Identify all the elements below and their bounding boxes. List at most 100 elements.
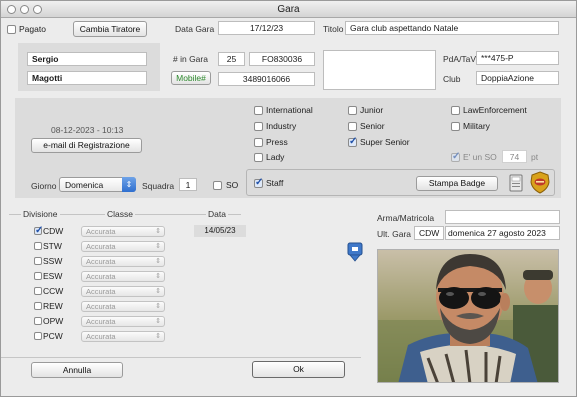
close-window-button[interactable] <box>7 5 16 14</box>
ultima-gara-label: Ult. Gara <box>377 229 412 239</box>
tessera-code-field[interactable]: FO830036 <box>249 52 315 66</box>
so-points-field[interactable]: 74 <box>502 150 527 163</box>
division-label-opw: OPW <box>43 316 64 326</box>
international-checkbox[interactable] <box>254 106 263 115</box>
classe-select-ccw[interactable]: Accurata <box>81 286 165 297</box>
last-name-field[interactable]: Magotti <box>27 71 147 85</box>
squadra-label: Squadra <box>142 181 175 191</box>
email-registrazione-button[interactable]: e-mail di Registrazione <box>31 138 142 153</box>
pagato-label: Pagato <box>19 24 46 34</box>
so-label: SO <box>226 180 239 190</box>
printer-icon[interactable] <box>509 174 523 192</box>
e-un-so-checkbox[interactable] <box>451 151 460 162</box>
division-checkbox-ssw[interactable] <box>34 257 42 265</box>
junior-label: Junior <box>360 105 384 115</box>
club-label: Club <box>443 74 461 84</box>
military-label: Military <box>463 121 490 131</box>
num-in-gara-field[interactable]: 25 <box>218 52 245 66</box>
ultima-gara-division-field[interactable]: CDW <box>414 226 444 240</box>
stampa-badge-button[interactable]: Stampa Badge <box>416 176 498 191</box>
header-classe: Classe <box>105 209 135 219</box>
chevron-updown-icon: ⇕ <box>122 177 136 192</box>
division-label-ssw: SSW <box>43 256 63 266</box>
mobile-button[interactable]: Mobile# <box>171 71 211 85</box>
classe-select-pcw[interactable]: Accurata <box>81 331 165 342</box>
division-checkbox-stw[interactable] <box>34 242 42 250</box>
titolo-label: Titolo <box>323 24 344 34</box>
data-gara-field[interactable]: 17/12/23 <box>218 21 315 35</box>
press-label: Press <box>266 137 288 147</box>
classe-select-rew[interactable]: Accurata <box>81 301 165 312</box>
shooter-photo <box>377 249 559 383</box>
pda-field[interactable]: ***475-P <box>476 51 559 65</box>
so-points-unit: pt <box>531 152 539 162</box>
club-field[interactable]: DoppiaAzione <box>476 71 559 85</box>
minimize-window-button[interactable] <box>20 5 29 14</box>
division-checkbox-ccw[interactable] <box>34 287 42 295</box>
annulla-button[interactable]: Annulla <box>31 362 123 378</box>
lawenforcement-label: LawEnforcement <box>463 105 527 115</box>
download-icon[interactable] <box>347 242 363 262</box>
squadra-field[interactable]: 1 <box>179 178 197 191</box>
police-badge-icon <box>529 171 551 194</box>
super-senior-label: Super Senior <box>360 137 410 147</box>
division-label-ccw: CCW <box>43 286 64 296</box>
industry-checkbox[interactable] <box>254 122 263 131</box>
so-checkbox[interactable] <box>213 181 222 190</box>
registration-datetime: 08-12-2023 - 10:13 <box>51 125 124 135</box>
giorno-select-value: Domenica <box>65 180 104 190</box>
division-date-cdw: 14/05/23 <box>194 225 246 237</box>
division-checkbox-opw[interactable] <box>34 317 42 325</box>
division-label-cdw: CDW <box>43 226 64 236</box>
header-data: Data <box>206 209 228 219</box>
giorno-select[interactable]: Domenica ⇕ <box>59 177 136 192</box>
division-checkbox-cdw[interactable] <box>34 225 43 236</box>
division-label-rew: REW <box>43 301 63 311</box>
gara-window: Gara Pagato Cambia Tiratore Data Gara 17… <box>0 0 577 397</box>
footer-divider <box>1 357 361 358</box>
classe-select-cdw[interactable]: Accurata <box>81 226 165 237</box>
notes-field[interactable] <box>323 50 436 90</box>
titolo-field[interactable]: Gara club aspettando Natale <box>345 21 559 35</box>
junior-checkbox[interactable] <box>348 106 357 115</box>
giorno-label: Giorno <box>31 181 57 191</box>
ok-button[interactable]: Ok <box>252 361 345 378</box>
zoom-window-button[interactable] <box>33 5 42 14</box>
e-un-so-label: E' un SO <box>463 152 497 162</box>
industry-label: Industry <box>266 121 297 131</box>
senior-checkbox[interactable] <box>348 122 357 131</box>
division-checkbox-esw[interactable] <box>34 272 42 280</box>
window-title: Gara <box>277 4 300 15</box>
lady-checkbox[interactable] <box>254 153 263 162</box>
header-divisione: Divisione <box>21 209 60 219</box>
international-label: International <box>266 105 313 115</box>
super-senior-checkbox[interactable] <box>348 136 357 147</box>
military-checkbox[interactable] <box>451 122 460 131</box>
classe-select-opw[interactable]: Accurata <box>81 316 165 327</box>
division-checkbox-rew[interactable] <box>34 302 42 310</box>
num-in-gara-label: # in Gara <box>173 54 208 64</box>
division-label-esw: ESW <box>43 271 63 281</box>
data-gara-label: Data Gara <box>175 24 215 34</box>
arma-matricola-label: Arma/Matricola <box>377 213 435 223</box>
pagato-checkbox[interactable] <box>7 25 16 34</box>
division-checkbox-pcw[interactable] <box>34 332 42 340</box>
mobile-field[interactable]: 3489016066 <box>218 72 315 86</box>
classe-select-ssw[interactable]: Accurata <box>81 256 165 267</box>
ultima-gara-date-field[interactable]: domenica 27 agosto 2023 <box>445 226 560 240</box>
division-label-stw: STW <box>43 241 62 251</box>
arma-matricola-field[interactable] <box>445 210 560 224</box>
lawenforcement-checkbox[interactable] <box>451 106 460 115</box>
press-checkbox[interactable] <box>254 138 263 147</box>
first-name-field[interactable]: Sergio <box>27 52 147 66</box>
division-label-pcw: PCW <box>43 331 63 341</box>
lady-label: Lady <box>266 152 285 162</box>
cambia-tiratore-button[interactable]: Cambia Tiratore <box>73 21 147 37</box>
senior-label: Senior <box>360 121 385 131</box>
staff-checkbox[interactable] <box>254 177 263 188</box>
classe-select-stw[interactable]: Accurata <box>81 241 165 252</box>
pda-label: PdA/TaV <box>443 54 477 64</box>
staff-label: Staff <box>266 178 284 188</box>
classe-select-esw[interactable]: Accurata <box>81 271 165 282</box>
title-bar: Gara <box>1 1 576 18</box>
